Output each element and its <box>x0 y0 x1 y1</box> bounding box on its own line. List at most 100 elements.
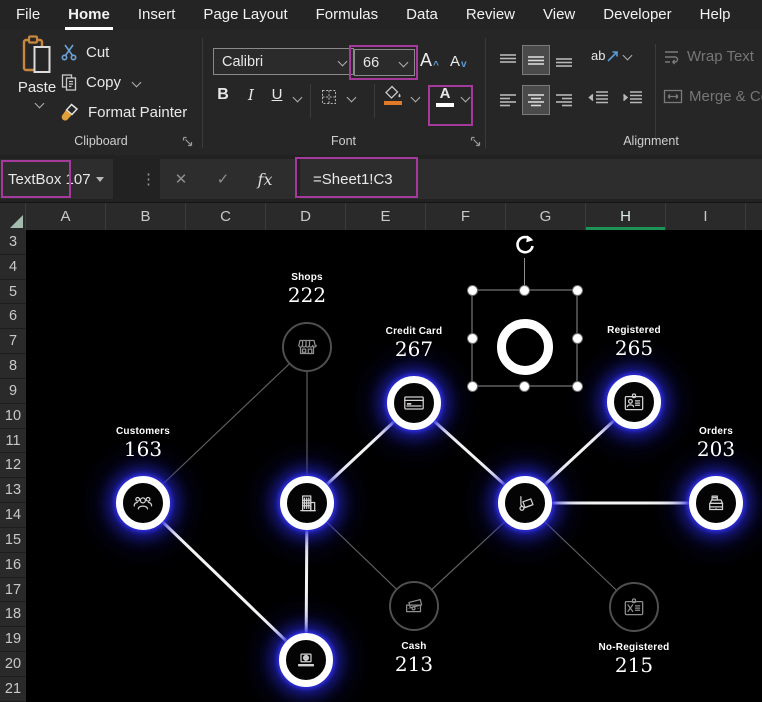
row-header-17[interactable]: 17 <box>0 578 26 603</box>
column-header-E[interactable]: E <box>346 203 426 230</box>
tab-formulas[interactable]: Formulas <box>302 0 393 30</box>
row-header-13[interactable]: 13 <box>0 478 26 503</box>
selection-handle-middle-left[interactable] <box>467 333 478 344</box>
name-box[interactable]: TextBox 107 <box>0 159 113 199</box>
row-header-5[interactable]: 5 <box>0 280 26 305</box>
fill-color-button[interactable] <box>380 85 406 105</box>
tab-file[interactable]: File <box>2 0 54 30</box>
tab-insert[interactable]: Insert <box>124 0 190 30</box>
paste-icon <box>21 34 53 76</box>
clipboard-dialog-launcher[interactable] <box>182 136 194 148</box>
column-header-H[interactable]: H <box>586 203 666 230</box>
select-all-corner[interactable] <box>0 203 26 230</box>
align-top-button[interactable] <box>495 46 521 74</box>
selection-handle-middle-right[interactable] <box>572 333 583 344</box>
align-bottom-button[interactable] <box>551 46 577 74</box>
row-header-21[interactable]: 21 <box>0 677 26 702</box>
column-header-F[interactable]: F <box>426 203 506 230</box>
tab-review[interactable]: Review <box>452 0 529 30</box>
borders-dropdown-icon[interactable] <box>347 93 357 103</box>
row-header-6[interactable]: 6 <box>0 304 26 329</box>
alignment-caption: Alignment <box>485 134 762 148</box>
rotation-handle[interactable] <box>513 234 537 263</box>
row-header-14[interactable]: 14 <box>0 503 26 528</box>
merge-center-button[interactable]: Merge & Center <box>663 88 762 105</box>
row-header-8[interactable]: 8 <box>0 354 26 379</box>
selection-handle-bottom-right[interactable] <box>572 381 583 392</box>
fill-color-dropdown-icon[interactable] <box>411 93 421 103</box>
formula-bar: TextBox 107 ⋮ ✕ ✓ fx =Sheet1!C3 <box>0 155 762 203</box>
chart-canvas[interactable]: Shops222Credit Card267Registered265Custo… <box>26 230 762 702</box>
increase-caret: ^ <box>433 60 439 71</box>
selection-handle-bottom-left[interactable] <box>467 381 478 392</box>
cut-button[interactable]: Cut <box>60 39 109 65</box>
row-header-11[interactable]: 11 <box>0 429 26 454</box>
row-header-7[interactable]: 7 <box>0 329 26 354</box>
increase-indent-button[interactable] <box>621 90 643 109</box>
underline-button[interactable]: U <box>264 86 290 103</box>
clipboard-group: Paste Cut Copy <box>0 30 202 155</box>
row-header-18[interactable]: 18 <box>0 602 26 627</box>
column-header-I[interactable]: I <box>666 203 746 230</box>
format-painter-label: Format Painter <box>88 104 187 121</box>
name-box-dropdown-icon[interactable] <box>96 177 104 182</box>
increase-font-size-button[interactable]: A^ <box>420 50 439 71</box>
row-header-3[interactable]: 3 <box>0 230 26 255</box>
orientation-button[interactable]: ab <box>591 48 631 63</box>
decrease-font-size-button[interactable]: Av <box>450 53 467 70</box>
row-header-9[interactable]: 9 <box>0 379 26 404</box>
bold-button[interactable]: B <box>210 86 236 104</box>
font-color-dropdown-icon[interactable] <box>461 93 471 103</box>
underline-dropdown-icon[interactable] <box>293 93 303 103</box>
decrease-indent-button[interactable] <box>587 90 609 109</box>
row-header-15[interactable]: 15 <box>0 528 26 553</box>
wrap-text-button[interactable]: Wrap Text <box>663 48 754 65</box>
selection-handle-bottom-center[interactable] <box>519 381 530 392</box>
font-dialog-launcher[interactable] <box>470 136 482 148</box>
enter-button[interactable]: ✓ <box>202 170 244 188</box>
row-header-20[interactable]: 20 <box>0 652 26 677</box>
selection-handle-top-right[interactable] <box>572 285 583 296</box>
align-center-button[interactable] <box>523 86 549 114</box>
align-right-button[interactable] <box>551 86 577 114</box>
row-header-4[interactable]: 4 <box>0 255 26 280</box>
row-header-12[interactable]: 12 <box>0 453 26 478</box>
font-size-combo[interactable]: 66 <box>354 49 415 76</box>
align-left-button[interactable] <box>495 86 521 114</box>
selection-handle-top-center[interactable] <box>519 285 530 296</box>
tab-help[interactable]: Help <box>686 0 745 30</box>
column-header-D[interactable]: D <box>266 203 346 230</box>
decrease-font-label: A <box>450 53 460 70</box>
fill-color-bar <box>384 101 402 105</box>
formula-input[interactable]: =Sheet1!C3 <box>300 159 762 199</box>
selection-handle-top-left[interactable] <box>467 285 478 296</box>
excel-window: FileHomeInsertPage LayoutFormulasDataRev… <box>0 0 762 702</box>
font-color-button[interactable]: A <box>432 85 458 107</box>
tab-developer[interactable]: Developer <box>589 0 685 30</box>
cut-label: Cut <box>86 44 109 61</box>
ribbon-tab-bar: FileHomeInsertPage LayoutFormulasDataRev… <box>0 0 762 30</box>
align-middle-button[interactable] <box>523 46 549 74</box>
row-header-10[interactable]: 10 <box>0 404 26 429</box>
row-header-16[interactable]: 16 <box>0 553 26 578</box>
italic-button[interactable]: I <box>238 86 264 104</box>
formula-bar-drag-handle[interactable]: ⋮ <box>141 159 156 199</box>
tab-view[interactable]: View <box>529 0 589 30</box>
tab-data[interactable]: Data <box>392 0 452 30</box>
insert-function-button[interactable]: fx <box>244 170 286 189</box>
copy-dropdown-icon[interactable] <box>132 77 142 87</box>
column-header-G[interactable]: G <box>506 203 586 230</box>
paste-dropdown-icon[interactable] <box>34 99 44 109</box>
copy-button[interactable]: Copy <box>60 69 140 95</box>
cancel-button[interactable]: ✕ <box>160 170 202 188</box>
format-painter-button[interactable]: Format Painter <box>60 99 187 125</box>
font-name-combo[interactable]: Calibri <box>213 48 354 75</box>
column-header-B[interactable]: B <box>106 203 186 230</box>
tab-home[interactable]: Home <box>54 0 124 30</box>
row-header-19[interactable]: 19 <box>0 627 26 652</box>
tab-page-layout[interactable]: Page Layout <box>189 0 301 30</box>
column-header-C[interactable]: C <box>186 203 266 230</box>
paste-button[interactable]: Paste <box>8 34 66 148</box>
borders-button[interactable] <box>320 88 338 106</box>
column-header-A[interactable]: A <box>26 203 106 230</box>
